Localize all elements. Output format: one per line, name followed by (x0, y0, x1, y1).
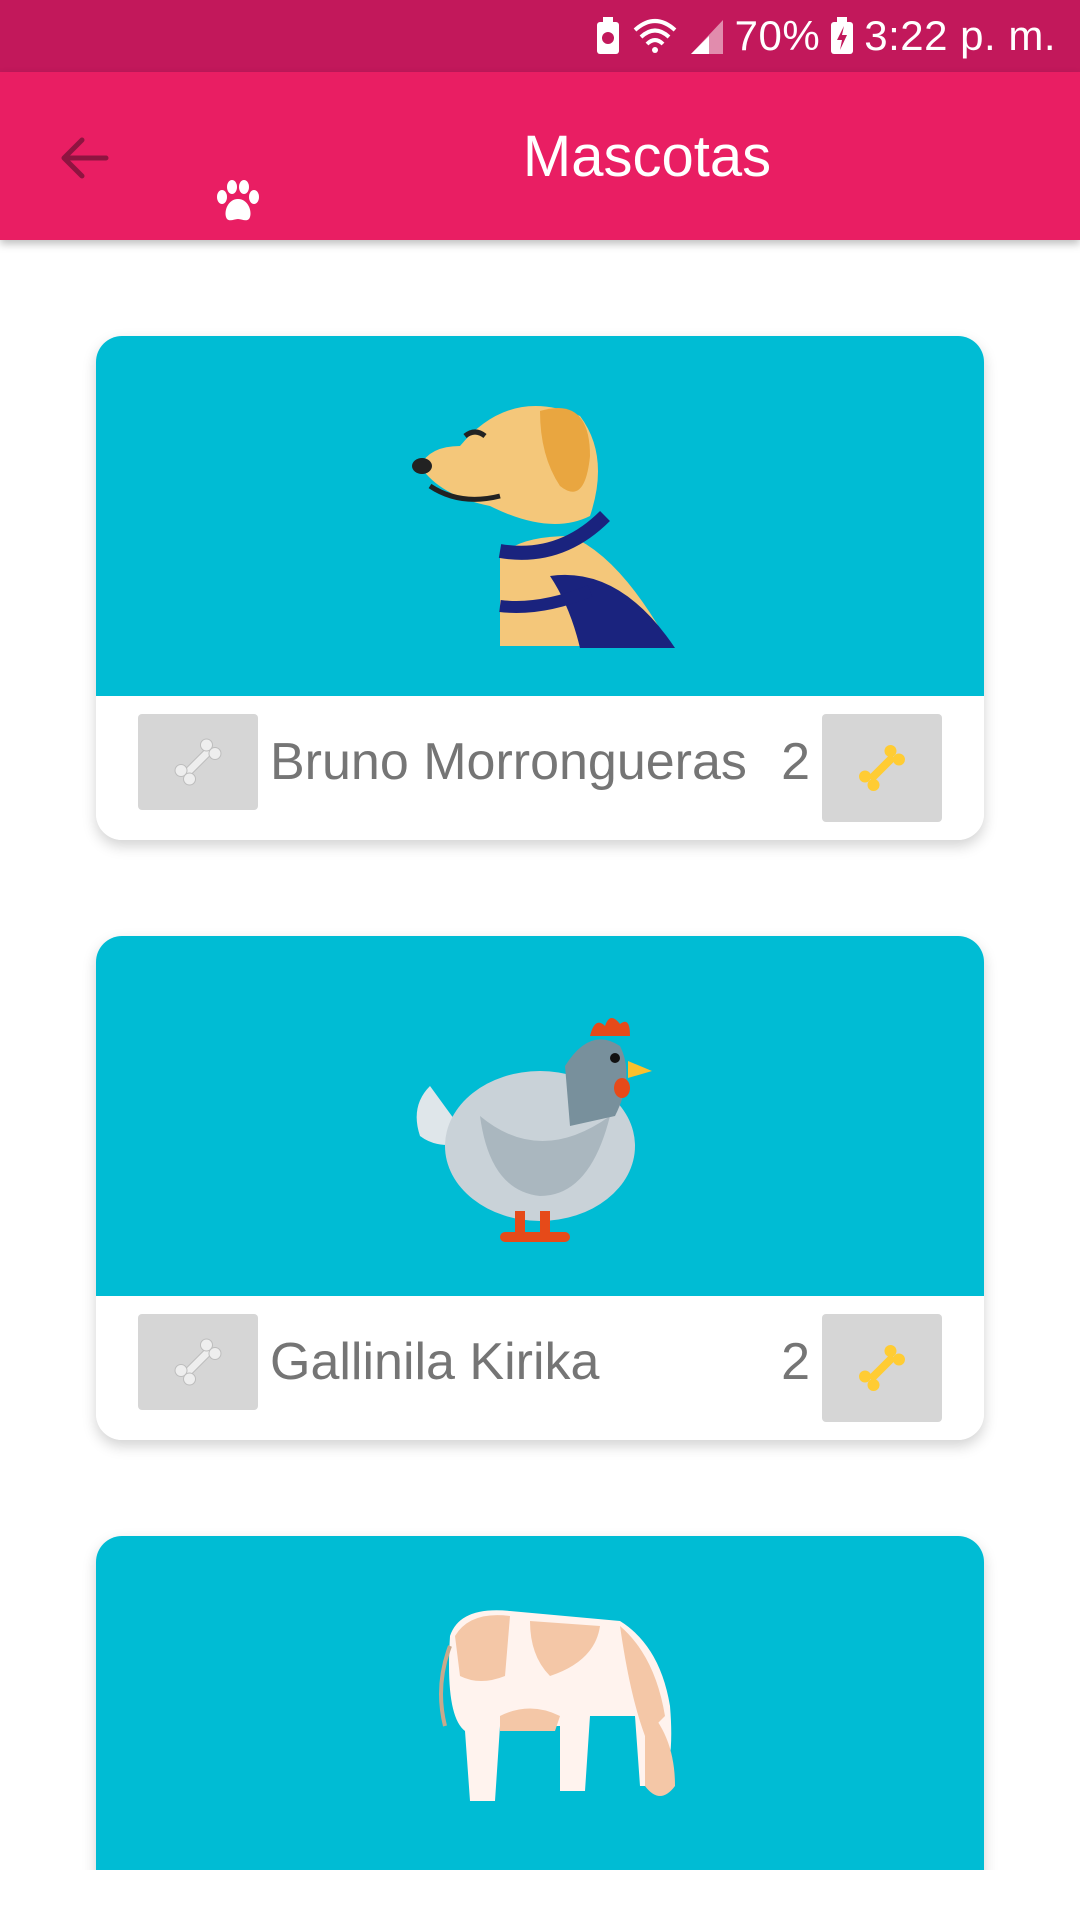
bone-gold-icon (859, 745, 905, 791)
dislike-button[interactable] (138, 714, 258, 810)
status-bar: 70% 3:22 p. m. (0, 0, 1080, 72)
pet-name: Gallinila Kirika (270, 1333, 600, 1391)
pet-like-count: 2 (781, 1333, 810, 1391)
bone-gold-icon (859, 1345, 905, 1391)
app-bar: Mascotas (0, 72, 1080, 240)
chicken-icon (416, 1017, 652, 1242)
page-title: Mascotas (522, 123, 772, 189)
battery-charging-icon (830, 16, 854, 56)
pets-list[interactable]: Bruno Morrongueras 2 Gallinila Kirika 2 (0, 240, 1080, 1870)
battery-saver-icon (595, 16, 621, 56)
pet-card: Gallinila Kirika 2 (96, 936, 984, 1440)
pet-image (96, 1536, 984, 1870)
clock: 3:22 p. m. (864, 12, 1056, 59)
like-button[interactable] (822, 1314, 942, 1422)
battery-percent: 70% (734, 12, 821, 59)
like-button[interactable] (822, 714, 942, 822)
dislike-button[interactable] (138, 1314, 258, 1410)
pet-like-count: 2 (781, 733, 810, 791)
bone-outline-icon (174, 738, 222, 786)
dog-icon (412, 406, 675, 648)
cow-icon (439, 1610, 675, 1801)
pet-name: Bruno Morrongueras (270, 733, 747, 791)
pet-card-footer: Gallinila Kirika 2 (96, 1296, 984, 1440)
pet-image (96, 936, 984, 1296)
signal-icon (689, 16, 725, 56)
pet-card: Bruno Morrongueras 2 (96, 336, 984, 840)
wifi-icon (631, 16, 679, 56)
bone-outline-icon (174, 1338, 222, 1386)
pet-card-footer: Bruno Morrongueras 2 (96, 696, 984, 840)
pet-card (96, 1536, 984, 1870)
pet-image (96, 336, 984, 696)
